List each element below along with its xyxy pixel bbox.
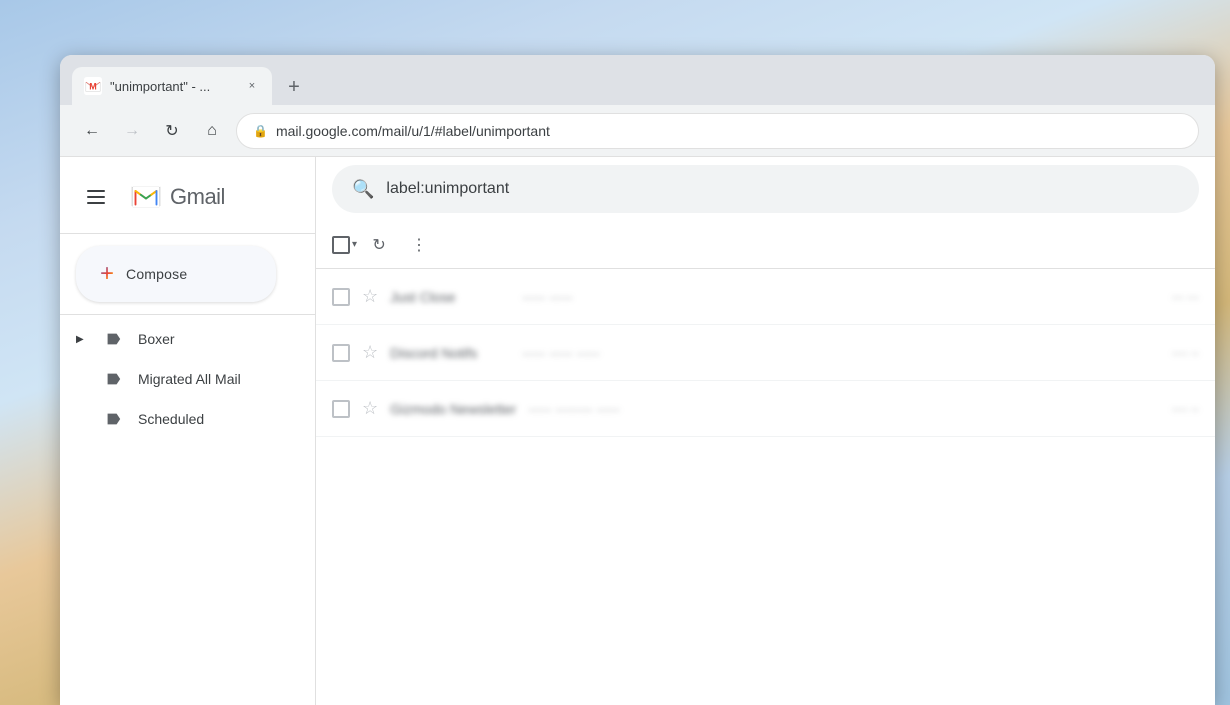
gmail-m-icon [128, 179, 164, 215]
browser-window: M "unimportant" - ... × + ← → ↻ ⌂ 🔒 mail… [60, 55, 1215, 705]
email-row[interactable]: ☆ Just Close ····· ····· ··· ··· [316, 269, 1215, 325]
home-icon: ⌂ [207, 122, 217, 140]
new-tab-button[interactable]: + [280, 73, 308, 101]
svg-text:M: M [89, 82, 97, 92]
label-icon-migrated [104, 370, 122, 388]
sidebar-item-migrated-all-mail[interactable]: Migrated All Mail [60, 359, 299, 399]
reload-icon: ↻ [165, 121, 178, 141]
hamburger-icon [87, 190, 105, 204]
sidebar-divider-2 [60, 314, 315, 315]
lock-icon: 🔒 [253, 124, 268, 138]
email-time: ··· ··· [1172, 290, 1199, 304]
reload-button[interactable]: ↻ [156, 115, 188, 147]
home-button[interactable]: ⌂ [196, 115, 228, 147]
url-text: mail.google.com/mail/u/1/#label/unimport… [276, 123, 550, 139]
email-time: ···· ·· [1172, 346, 1199, 360]
select-all-checkbox[interactable] [332, 236, 350, 254]
compose-button[interactable]: + Compose [76, 246, 276, 302]
more-icon: ⋮ [411, 235, 427, 255]
sidebar-item-boxer[interactable]: ▶ Boxer [60, 319, 299, 359]
tab-bar: M "unimportant" - ... × + [60, 55, 1215, 105]
sidebar-item-boxer-label: Boxer [138, 331, 175, 347]
expand-icon: ▶ [76, 334, 88, 345]
compose-plus-icon: + [100, 262, 114, 286]
forward-icon: → [124, 122, 140, 140]
email-sender: Discord Notifs [390, 345, 510, 361]
email-toolbar: ▾ ↻ ⋮ [316, 221, 1215, 269]
compose-label: Compose [126, 266, 187, 282]
active-tab[interactable]: M "unimportant" - ... × [72, 67, 272, 105]
search-icon: 🔍 [352, 179, 374, 200]
no-expand-spacer-2 [76, 414, 88, 425]
email-row[interactable]: ☆ Discord Notifs ····· ····· ····· ···· … [316, 325, 1215, 381]
email-sender: Just Close [390, 289, 510, 305]
email-star-button[interactable]: ☆ [362, 342, 378, 363]
sidebar-item-scheduled[interactable]: Scheduled [60, 399, 299, 439]
email-time: ···· ·· [1172, 402, 1199, 416]
refresh-icon: ↻ [372, 235, 385, 255]
sidebar-item-migrated-label: Migrated All Mail [138, 371, 241, 387]
email-star-button[interactable]: ☆ [362, 398, 378, 419]
gmail-logo-text: Gmail [170, 184, 225, 210]
select-dropdown-arrow[interactable]: ▾ [352, 239, 357, 250]
sidebar: Gmail + Compose ▶ Boxer [60, 157, 316, 705]
gmail-container: Gmail + Compose ▶ Boxer [60, 157, 1215, 705]
sidebar-divider [60, 233, 315, 234]
tab-close-button[interactable]: × [244, 78, 260, 94]
back-button[interactable]: ← [76, 115, 108, 147]
email-sender: Gizmodo Newsletter [390, 401, 516, 417]
email-checkbox[interactable] [332, 344, 350, 362]
email-checkbox[interactable] [332, 288, 350, 306]
email-row[interactable]: ☆ Gizmodo Newsletter ····· ········ ····… [316, 381, 1215, 437]
email-snippet: ····· ····· [522, 289, 1160, 305]
forward-button[interactable]: → [116, 115, 148, 147]
more-options-button[interactable]: ⋮ [401, 227, 437, 263]
tab-favicon: M [84, 77, 102, 95]
search-box[interactable]: 🔍 label:unimportant [332, 165, 1199, 213]
hamburger-menu-button[interactable] [76, 177, 116, 217]
select-all-container[interactable]: ▾ [332, 236, 357, 254]
no-expand-spacer [76, 374, 88, 385]
email-checkbox[interactable] [332, 400, 350, 418]
search-query-text: label:unimportant [386, 180, 509, 198]
label-icon-scheduled [104, 410, 122, 428]
main-content: 🔍 label:unimportant ▾ ↻ ⋮ [316, 157, 1215, 705]
refresh-button[interactable]: ↻ [361, 227, 397, 263]
address-bar[interactable]: 🔒 mail.google.com/mail/u/1/#label/unimpo… [236, 113, 1199, 149]
search-bar-container: 🔍 label:unimportant [316, 157, 1215, 221]
email-snippet: ····· ····· ····· [522, 345, 1160, 361]
sidebar-item-scheduled-label: Scheduled [138, 411, 204, 427]
email-list: ☆ Just Close ····· ····· ··· ··· ☆ Disco… [316, 269, 1215, 705]
email-star-button[interactable]: ☆ [362, 286, 378, 307]
gmail-header: Gmail [60, 165, 315, 229]
tab-title: "unimportant" - ... [110, 79, 236, 94]
back-icon: ← [84, 122, 100, 140]
email-snippet: ····· ········ ····· [528, 401, 1160, 417]
label-icon-boxer [104, 330, 122, 348]
gmail-logo: Gmail [128, 179, 225, 215]
navigation-bar: ← → ↻ ⌂ 🔒 mail.google.com/mail/u/1/#labe… [60, 105, 1215, 157]
